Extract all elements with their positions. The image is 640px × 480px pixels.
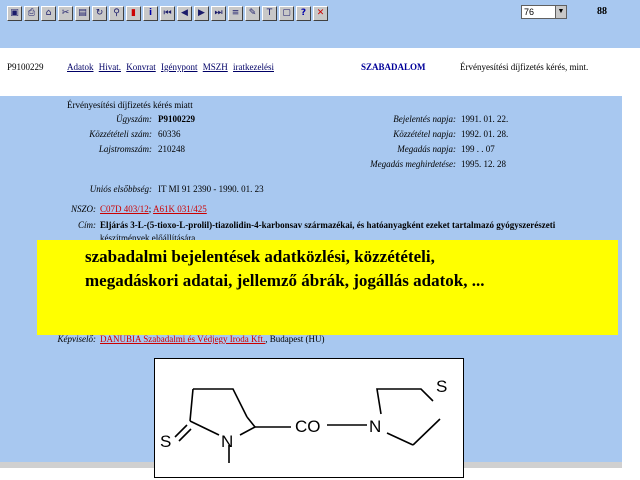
field-value: 60336 xyxy=(158,129,181,139)
ipc-link[interactable]: A61K 031/425 xyxy=(153,204,207,214)
field-value: 210248 xyxy=(158,144,185,154)
doc-title-short: Érvényesítési díjfizetés kérés, mint. xyxy=(460,62,589,72)
atom-label: CO xyxy=(295,417,321,436)
nav-links: Adatok Hivat. Konvrat Igénypont MSZH ira… xyxy=(67,62,277,72)
atom-label: N xyxy=(221,432,233,451)
ipc-links: C07D 403/12; A61K 031/425 xyxy=(100,204,207,214)
field-label: Közzétételi szám: xyxy=(89,129,152,139)
zoom-value: 76 xyxy=(524,7,535,17)
field-label: Megadás meghirdetése: xyxy=(370,159,456,169)
caption-line: megadáskori adatai, jellemző ábrák, jogá… xyxy=(85,271,485,290)
text-icon[interactable]: T xyxy=(262,6,277,21)
field-value: 1991. 01. 22. xyxy=(461,114,509,124)
zoom-select[interactable]: 76 ▼ xyxy=(521,5,567,19)
atom-label: S xyxy=(436,377,447,396)
print-icon[interactable]: ⌂ xyxy=(41,6,56,21)
doc-id: P9100229 xyxy=(7,62,44,72)
priority-value: IT MI 91 2390 - 1990. 01. 23 xyxy=(158,184,264,194)
refresh-icon[interactable]: ↻ xyxy=(92,6,107,21)
nav-link-igenypont[interactable]: Igénypont xyxy=(161,62,198,72)
representative-link[interactable]: DANUBIA Szabadalmi és Védjegy Iroda Kft. xyxy=(100,334,265,344)
field-value: P9100229 xyxy=(158,114,195,124)
previous-icon[interactable]: ◀ xyxy=(177,6,192,21)
atom-label: S xyxy=(160,432,171,451)
representative: DANUBIA Szabadalmi és Védjegy Iroda Kft.… xyxy=(100,334,325,344)
nav-link-konvrat[interactable]: Konvrat xyxy=(126,62,156,72)
nav-link-iratkezelesi[interactable]: iratkezelési xyxy=(233,62,274,72)
field-label: Ügyszám: xyxy=(116,114,152,124)
next-icon[interactable]: ▶ xyxy=(194,6,209,21)
nav-link-adatok[interactable]: Adatok xyxy=(67,62,94,72)
help-icon[interactable]: ? xyxy=(296,6,311,21)
field-label: Közzététel napja: xyxy=(393,129,456,139)
representative-label: Képviselő: xyxy=(57,334,97,344)
search-icon[interactable]: ⚲ xyxy=(109,6,124,21)
section-title: SZABADALOM xyxy=(361,62,426,72)
field-label: Megadás napja: xyxy=(397,144,456,154)
status-line: Érvényesítési díjfizetés kérés miatt xyxy=(67,100,193,110)
first-page-icon[interactable]: ▣ xyxy=(7,6,22,21)
field-value: 199 . . 07 xyxy=(461,144,495,154)
title-label: Cím: xyxy=(78,220,96,230)
close-icon[interactable]: ✕ xyxy=(313,6,328,21)
ipc-label: NSZO: xyxy=(70,204,96,214)
bookmark-icon[interactable]: ▮ xyxy=(126,6,141,21)
edit-icon[interactable]: ✎ xyxy=(245,6,260,21)
caption-line: szabadalmi bejelentések adatközlési, köz… xyxy=(85,247,435,266)
title-line: Eljárás 3-L-(5-tioxo-L-prolil)-tiazolidi… xyxy=(100,220,556,230)
caption-overlay: szabadalmi bejelentések adatközlési, köz… xyxy=(37,240,618,335)
chevron-down-icon[interactable]: ▼ xyxy=(555,6,566,18)
copy-icon[interactable]: ✂ xyxy=(58,6,73,21)
field-value: 1995. 12. 28 xyxy=(461,159,506,169)
representative-location: , Budapest (HU) xyxy=(265,334,325,344)
nav-link-hivat[interactable]: Hivat. xyxy=(99,62,121,72)
first-record-icon[interactable]: ⏮ xyxy=(160,6,175,21)
paste-icon[interactable]: ▤ xyxy=(75,6,90,21)
document-header: P9100229 Adatok Hivat. Konvrat Igénypont… xyxy=(0,48,640,96)
page-number: 88 xyxy=(597,6,607,17)
ipc-link[interactable]: C07D 403/12 xyxy=(100,204,149,214)
save-icon[interactable]: ⎙ xyxy=(24,6,39,21)
toolbar: ▣ ⎙ ⌂ ✂ ▤ ↻ ⚲ ▮ i ⏮ ◀ ▶ ⏭ ≡ ✎ T ▢? ✕ 76 ▼ 88 xyxy=(0,0,640,48)
info-icon[interactable]: i xyxy=(143,6,158,21)
window-icon[interactable]: ▢ xyxy=(279,6,294,21)
scrollbar[interactable] xyxy=(622,96,640,462)
field-label: Bejelentés napja: xyxy=(393,114,456,124)
nav-link-mszh[interactable]: MSZH xyxy=(203,62,228,72)
chemical-structure: S N CO N S xyxy=(154,358,464,478)
field-value: 1992. 01. 28. xyxy=(461,129,509,139)
atom-label: N xyxy=(369,417,381,436)
list-icon[interactable]: ≡ xyxy=(228,6,243,21)
priority-label: Uniós elsőbbség: xyxy=(89,184,152,194)
last-record-icon[interactable]: ⏭ xyxy=(211,6,226,21)
structure-drawing: S N CO N S xyxy=(160,377,447,463)
field-label: Lajstromszám: xyxy=(98,144,152,154)
